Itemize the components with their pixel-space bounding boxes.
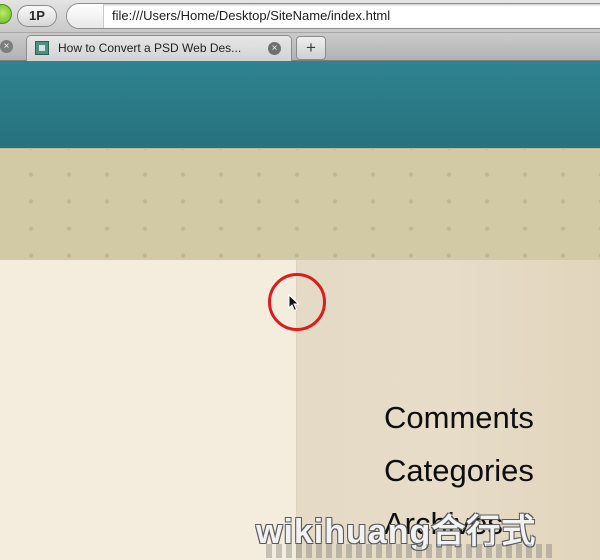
zoom-window-icon[interactable] <box>0 4 12 24</box>
password-manager-button[interactable]: 1P <box>17 5 57 27</box>
favicon-icon <box>35 41 49 55</box>
tab-title: How to Convert a PSD Web Des... <box>58 41 242 55</box>
tab-active[interactable]: How to Convert a PSD Web Des... × <box>26 35 292 61</box>
sidebar-link-comments[interactable]: Comments <box>384 400 534 436</box>
browser-toolbar: 1P file:///Users/Home/Desktop/SiteName/i… <box>0 0 600 33</box>
tab-close-icon[interactable]: × <box>268 42 281 55</box>
new-tab-button[interactable]: + <box>296 36 326 60</box>
close-tab-icon[interactable]: × <box>0 40 13 53</box>
watermark: wikihuang合行式 <box>256 504 600 560</box>
mouse-pointer-icon <box>288 294 300 312</box>
tab-bar: × How to Convert a PSD Web Des... × + <box>0 33 600 61</box>
site-identity-icon[interactable] <box>67 4 104 28</box>
site-header <box>0 61 600 148</box>
address-url[interactable]: file:///Users/Home/Desktop/SiteName/inde… <box>112 4 390 28</box>
sidebar-link-categories[interactable]: Categories <box>384 453 534 489</box>
address-bar[interactable]: file:///Users/Home/Desktop/SiteName/inde… <box>66 3 600 29</box>
main-content-area <box>0 260 296 560</box>
site-banner <box>0 148 600 260</box>
watermark-subtext <box>266 544 556 558</box>
